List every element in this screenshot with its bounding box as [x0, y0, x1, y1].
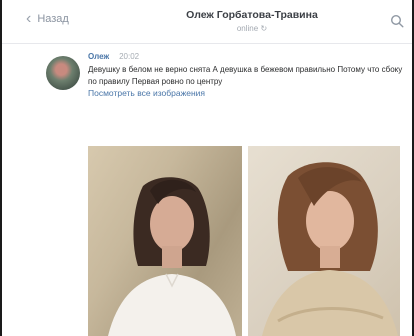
message-content: Олеж 20:02 Девушку в белом не верно снят…: [88, 52, 406, 98]
message-time: 20:02: [119, 52, 140, 61]
avatar[interactable]: [46, 56, 80, 90]
photo-2-image: [262, 162, 398, 336]
attachment-photo-1[interactable]: [88, 146, 242, 336]
chat-title: Олеж Горбатова-Травина: [186, 9, 318, 21]
chat-title-block[interactable]: Олеж Горбатова-Травина online ↻: [152, 9, 352, 33]
chevron-left-icon: ‹: [26, 10, 32, 27]
message-text: Девушку в белом не верно снята А девушка…: [88, 65, 403, 86]
back-label: Назад: [37, 13, 69, 25]
chat-status-text: online: [236, 24, 259, 33]
sync-icon: ↻: [260, 24, 268, 33]
window-border-left: [0, 0, 2, 336]
photo-1-image: [108, 177, 236, 336]
chat-header: ‹ Назад Олеж Горбатова-Травина online ↻: [2, 0, 412, 44]
back-button[interactable]: ‹ Назад: [26, 11, 69, 27]
chat-status: online ↻: [152, 24, 352, 33]
attachment-photo-2[interactable]: [248, 146, 400, 336]
message-author[interactable]: Олеж: [88, 52, 109, 61]
message-meta: Олеж 20:02: [88, 52, 406, 61]
view-all-images-link[interactable]: Посмотреть все изображения: [88, 88, 406, 98]
search-icon[interactable]: [390, 14, 404, 28]
